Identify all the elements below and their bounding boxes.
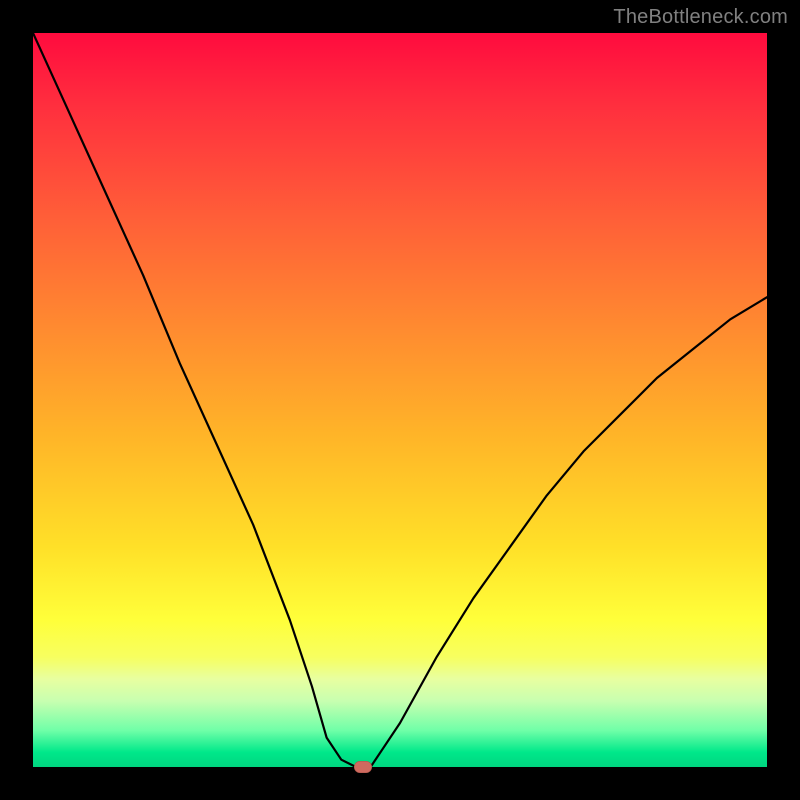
bottleneck-curve-path — [33, 33, 767, 767]
curve-svg — [33, 33, 767, 767]
plot-area — [33, 33, 767, 767]
chart-frame: TheBottleneck.com — [0, 0, 800, 800]
curve-minimum-marker — [354, 761, 372, 773]
watermark-text: TheBottleneck.com — [613, 6, 788, 29]
